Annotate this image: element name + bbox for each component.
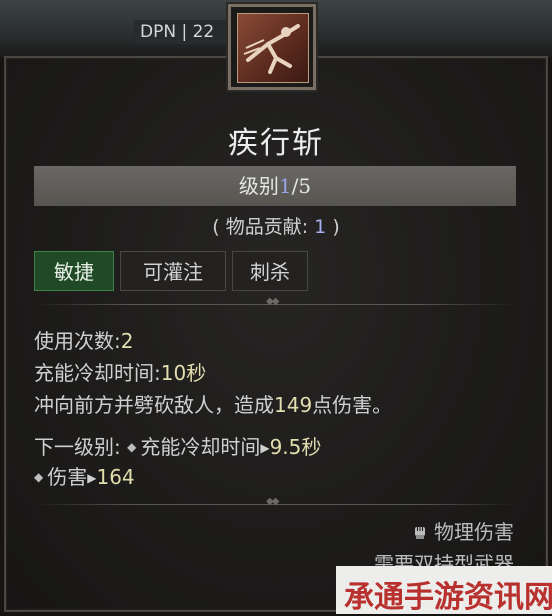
level-max: /5 [291,174,312,198]
level-current: 1 [278,174,292,198]
cooldown-value: 10秒 [160,361,207,385]
next-damage-label: 伤害 [47,465,88,489]
next-level-line: 下一级别: ◆ 充能冷却时间▶9.5秒 [34,431,321,460]
level-label: 级别 [238,174,279,198]
dash-slash-skill-icon [237,13,309,83]
cooldown-label: 充能冷却时间: [34,361,161,385]
fist-icon [412,521,428,539]
next-level-label: 下一级别: [34,435,121,459]
site-watermark: 承通手游资讯网 [336,566,552,615]
contribution-close: ) [332,216,340,238]
tag-imbueable: 可灌注 [120,251,226,291]
cooldown-line: 充能冷却时间:10秒 [34,357,206,386]
divider-ornament: ◆◆ [266,496,279,507]
contribution-label: ( 物品贡献: [212,216,309,238]
desc-damage: 149 [274,393,313,417]
uses-label: 使用次数: [34,329,121,353]
tag-agility: 敏捷 [34,251,114,291]
damage-type-label: 物理伤害 [434,520,514,544]
desc-prefix: 冲向前方并劈砍敌人，造成 [34,393,274,417]
uses-line: 使用次数:2 [34,325,133,354]
next-damage-value: 164 [96,465,135,489]
skill-level-bar: 级别1/5 [34,166,516,206]
bullet-icon: ◆ [127,440,137,454]
uses-value: 2 [120,329,134,353]
desc-suffix: 点伤害。 [312,393,393,417]
damage-type: 物理伤害 [412,516,514,545]
skill-icon-frame [228,4,316,90]
divider-ornament: ◆◆ [266,296,279,307]
description-line: 冲向前方并劈砍敌人，造成149点伤害。 [34,389,392,418]
next-cooldown-label: 充能冷却时间 [140,435,261,459]
skill-name: 疾行斩 [228,126,324,161]
tag-assassination: 刺杀 [232,251,308,291]
next-cooldown-value: 9.5秒 [269,435,322,459]
bullet-icon: ◆ [34,470,44,484]
watermark-text: 承通手游资讯网 [344,580,552,615]
next-damage-line: ◆ 伤害▶164 [34,461,135,490]
contribution-value: 1 [314,216,327,238]
arrow-right-icon: ▶ [260,441,270,455]
dpn-tag: DPN | 22 [134,20,226,44]
item-contribution: ( 物品贡献: 1 ) [0,212,552,239]
